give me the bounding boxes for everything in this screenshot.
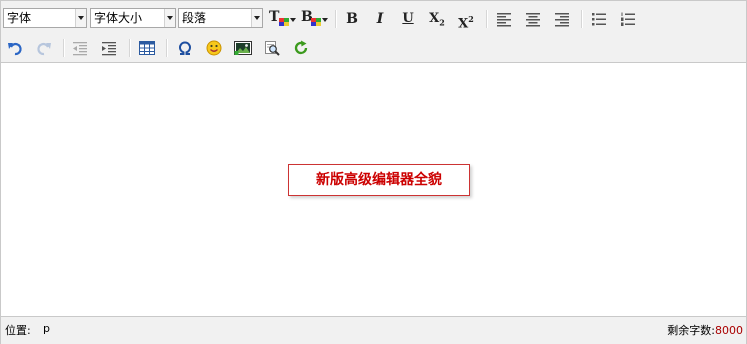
toolbar-separator: [581, 10, 583, 28]
outdent-button[interactable]: [69, 37, 91, 59]
chevron-down-icon: [164, 9, 175, 27]
rich-text-editor: 字体 字体大小 段落 T B B I U X2 X2 新版高级编辑器全貌 位置:…: [0, 0, 747, 344]
font-family-value: 字体: [7, 11, 32, 25]
chevron-down-icon: [251, 9, 262, 27]
align-center-button[interactable]: [522, 8, 544, 30]
subscript-button[interactable]: X2: [426, 8, 448, 30]
bold-button[interactable]: B: [341, 8, 363, 30]
italic-button[interactable]: I: [369, 8, 391, 30]
refresh-button[interactable]: [290, 37, 312, 59]
chevron-down-icon: [290, 18, 296, 22]
position-label: 位置:: [5, 324, 31, 337]
table-button[interactable]: [136, 37, 158, 59]
chevron-down-icon: [322, 18, 328, 22]
chevron-down-icon: [75, 9, 86, 27]
redo-icon: [37, 42, 51, 56]
font-family-select[interactable]: 字体: [3, 8, 87, 28]
toolbar-row-2: [1, 34, 746, 62]
unordered-list-icon: [592, 13, 606, 26]
table-icon: [139, 41, 155, 55]
text-color-icon: T: [269, 9, 280, 25]
background-color-button[interactable]: B: [299, 8, 329, 30]
superscript-button[interactable]: X2: [455, 8, 477, 32]
undo-icon: [8, 42, 22, 56]
color-swatch-icon: [279, 18, 289, 26]
remaining-label: 剩余字数:: [667, 324, 715, 337]
color-swatch-icon: [311, 18, 321, 26]
indent-icon: [102, 42, 116, 56]
undo-button[interactable]: [4, 37, 26, 59]
align-right-button[interactable]: [551, 8, 573, 30]
paragraph-value: 段落: [182, 11, 207, 25]
editor-content[interactable]: 新版高级编辑器全貌: [1, 63, 746, 316]
toolbar-separator: [486, 10, 488, 28]
unordered-list-button[interactable]: [588, 8, 610, 30]
paragraph-select[interactable]: 段落: [178, 8, 263, 28]
superscript-mark: 2: [468, 14, 474, 24]
refresh-icon: [294, 40, 308, 55]
special-char-button[interactable]: [174, 37, 196, 59]
notice-text: 新版高级编辑器全貌: [316, 172, 442, 188]
special-char-icon: [179, 41, 191, 55]
align-right-icon: [555, 13, 569, 27]
align-left-icon: [497, 13, 511, 27]
toolbar-row-1: 字体 字体大小 段落 T B B I U X2 X2: [1, 5, 746, 33]
emoticon-button[interactable]: [203, 37, 225, 59]
remaining-count: 剩余字数:8000: [667, 322, 743, 338]
outdent-icon: [73, 42, 87, 56]
image-icon: [234, 41, 252, 55]
remaining-number: 8000: [715, 324, 743, 337]
toolbar-separator: [129, 39, 131, 57]
text-color-button[interactable]: T: [267, 8, 297, 30]
toolbar-separator: [166, 39, 168, 57]
emoticon-icon: [206, 40, 222, 56]
toolbar: 字体 字体大小 段落 T B B I U X2 X2: [1, 1, 746, 63]
element-path[interactable]: p: [43, 322, 50, 335]
superscript-label: X: [458, 16, 469, 32]
toolbar-separator: [63, 39, 65, 57]
find-replace-icon: [265, 41, 280, 56]
notice-box: 新版高级编辑器全貌: [288, 164, 470, 196]
align-center-icon: [526, 13, 540, 27]
subscript-label: X: [429, 11, 440, 26]
font-size-value: 字体大小: [94, 11, 143, 25]
font-size-select[interactable]: 字体大小: [90, 8, 176, 28]
image-button[interactable]: [232, 37, 254, 59]
indent-button[interactable]: [98, 37, 120, 59]
redo-button[interactable]: [33, 37, 55, 59]
align-left-button[interactable]: [493, 8, 515, 30]
find-replace-button[interactable]: [261, 37, 283, 59]
subscript-mark: 2: [439, 17, 445, 28]
status-bar: 位置: p 剩余字数:8000: [1, 316, 746, 344]
ordered-list-icon: [621, 12, 635, 26]
ordered-list-button[interactable]: [617, 8, 639, 30]
underline-button[interactable]: U: [397, 8, 419, 30]
toolbar-separator: [335, 10, 337, 28]
